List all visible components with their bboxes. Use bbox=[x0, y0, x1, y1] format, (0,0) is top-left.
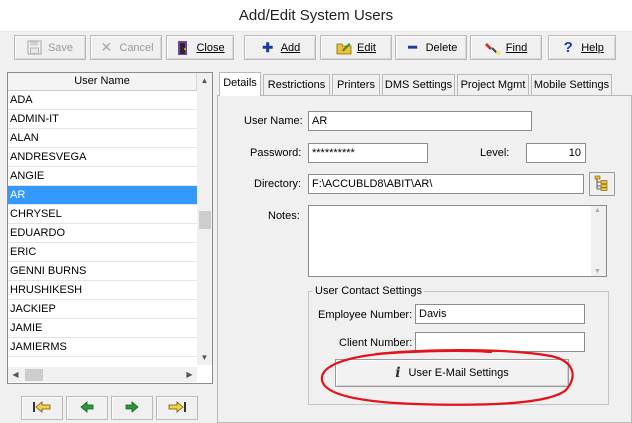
door-exit-icon bbox=[175, 40, 191, 56]
cancel-label: Cancel bbox=[119, 41, 154, 54]
find-label: Find bbox=[505, 41, 528, 54]
previous-record-button[interactable] bbox=[66, 396, 108, 420]
scroll-up-arrow-icon[interactable]: ▲ bbox=[594, 207, 601, 214]
cancel-x-icon: ✕ bbox=[100, 39, 113, 55]
tab-dms-settings[interactable]: DMS Settings bbox=[382, 74, 455, 95]
scroll-down-arrow-icon[interactable]: ▼ bbox=[197, 350, 212, 365]
red-annotation-circle bbox=[320, 349, 574, 406]
user-name-column-header[interactable]: User Name bbox=[8, 73, 197, 91]
user-contact-settings-label: User Contact Settings bbox=[313, 285, 424, 297]
list-item[interactable]: HRUSHIKESH bbox=[8, 281, 197, 300]
point-left-first-icon bbox=[32, 400, 52, 417]
folder-edit-icon bbox=[336, 40, 352, 56]
user-list[interactable]: User Name ADA ADMIN-IT ALAN ANDRESVEGA A… bbox=[7, 72, 213, 384]
help-label: Help bbox=[581, 41, 604, 54]
next-record-button[interactable] bbox=[111, 396, 153, 420]
list-item[interactable]: AR bbox=[8, 186, 197, 205]
list-horizontal-scrollbar[interactable]: ◀ ▶ bbox=[8, 367, 197, 382]
list-item[interactable]: ERIC bbox=[8, 243, 197, 262]
add-button[interactable]: ✚ Add bbox=[244, 35, 316, 60]
list-item[interactable]: CHRYSEL bbox=[8, 205, 197, 224]
directory-field[interactable]: F:\ACCUBLD8\ABIT\AR\ bbox=[308, 174, 584, 194]
help-button[interactable]: ? Help bbox=[548, 35, 616, 60]
password-field[interactable]: ********** bbox=[308, 143, 428, 163]
list-item[interactable]: ANDRESVEGA bbox=[8, 148, 197, 167]
user-name-label: User Name: bbox=[244, 115, 303, 127]
list-item[interactable]: GENNI BURNS bbox=[8, 262, 197, 281]
scroll-left-arrow-icon[interactable]: ◀ bbox=[8, 367, 23, 382]
notes-label: Notes: bbox=[268, 210, 300, 222]
close-button[interactable]: Close bbox=[166, 35, 234, 60]
last-record-button[interactable] bbox=[156, 396, 198, 420]
plus-icon: ✚ bbox=[262, 39, 274, 55]
edit-button[interactable]: Edit bbox=[320, 35, 392, 60]
question-mark-icon: ? bbox=[563, 39, 573, 56]
window-title: Add/Edit System Users bbox=[0, 0, 632, 32]
tab-restrictions[interactable]: Restrictions bbox=[263, 74, 330, 95]
close-label: Close bbox=[196, 41, 225, 54]
notes-textarea[interactable]: ▲ ▼ bbox=[308, 205, 607, 277]
add-label: Add bbox=[280, 41, 301, 54]
employee-number-field[interactable]: Davis bbox=[415, 304, 585, 324]
list-item[interactable]: JAMIE bbox=[8, 319, 197, 338]
tab-mobile-settings[interactable]: Mobile Settings bbox=[531, 74, 612, 95]
level-label: Level: bbox=[480, 147, 510, 159]
password-label: Password: bbox=[250, 147, 302, 159]
edit-label: Edit bbox=[357, 41, 376, 54]
employee-number-label: Employee Number: bbox=[318, 309, 413, 321]
list-item[interactable]: EDUARDO bbox=[8, 224, 197, 243]
arrow-right-icon bbox=[125, 400, 139, 416]
scroll-right-arrow-icon[interactable]: ▶ bbox=[182, 367, 197, 382]
point-right-last-icon bbox=[167, 400, 187, 417]
cancel-button[interactable]: ✕ Cancel bbox=[90, 35, 162, 60]
level-field[interactable]: 10 bbox=[526, 143, 586, 163]
user-name-field[interactable]: AR bbox=[308, 111, 532, 131]
tab-printers[interactable]: Printers bbox=[332, 74, 380, 95]
floppy-disk-icon bbox=[27, 40, 43, 56]
flashlight-icon bbox=[484, 40, 501, 56]
delete-label: Delete bbox=[425, 41, 458, 54]
find-button[interactable]: Find bbox=[470, 35, 542, 60]
delete-button[interactable]: ━ Delete bbox=[395, 35, 467, 60]
vertical-scroll-thumb[interactable] bbox=[199, 211, 211, 229]
user-list-rows: ADA ADMIN-IT ALAN ANDRESVEGA ANGIE AR CH… bbox=[8, 91, 197, 357]
arrow-left-icon bbox=[80, 400, 94, 416]
first-record-button[interactable] bbox=[21, 396, 63, 420]
list-item[interactable]: ADMIN-IT bbox=[8, 110, 197, 129]
save-button[interactable]: Save bbox=[14, 35, 86, 60]
tab-project-mgmt[interactable]: Project Mgmt bbox=[457, 74, 529, 95]
browse-directory-button[interactable] bbox=[589, 172, 615, 196]
list-item[interactable]: JACKIEP bbox=[8, 300, 197, 319]
list-item[interactable]: JAMIERMS bbox=[8, 338, 197, 357]
folder-tree-icon bbox=[594, 175, 610, 194]
tab-details[interactable]: Details bbox=[219, 72, 261, 96]
directory-label: Directory: bbox=[254, 178, 302, 190]
list-item[interactable]: ALAN bbox=[8, 129, 197, 148]
list-item[interactable]: ANGIE bbox=[8, 167, 197, 186]
scroll-down-arrow-icon[interactable]: ▼ bbox=[594, 268, 601, 275]
horizontal-scroll-thumb[interactable] bbox=[25, 369, 43, 381]
list-item[interactable]: ADA bbox=[8, 91, 197, 110]
notes-scrollbar[interactable]: ▲ ▼ bbox=[591, 206, 606, 276]
minus-icon: ━ bbox=[408, 39, 417, 55]
scroll-up-arrow-icon[interactable]: ▲ bbox=[197, 73, 212, 88]
save-label: Save bbox=[47, 41, 74, 54]
list-vertical-scrollbar[interactable]: ▲ ▼ bbox=[197, 73, 212, 365]
